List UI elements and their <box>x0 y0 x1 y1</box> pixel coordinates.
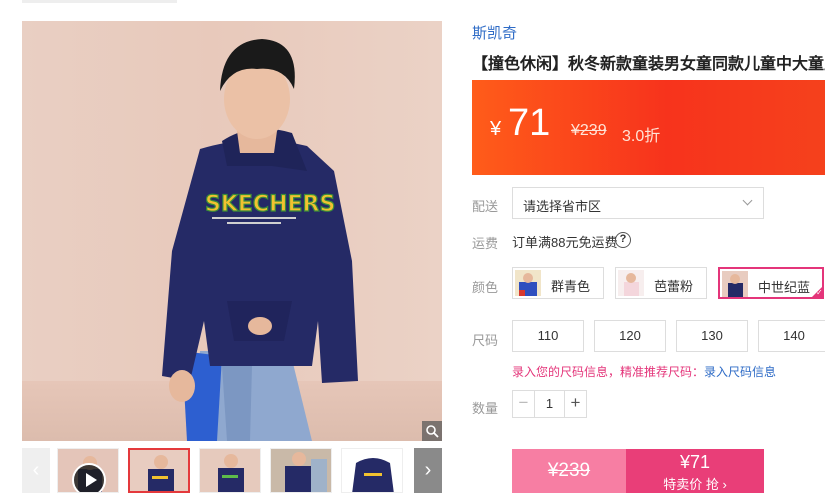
brand-link[interactable]: 斯凯奇 <box>472 22 517 43</box>
thumbnail-video[interactable] <box>57 448 119 493</box>
top-divider <box>22 0 177 3</box>
size-option-120[interactable]: 120 <box>594 320 666 352</box>
color-label: 颜色 <box>472 280 499 295</box>
shipping-text: 订单满88元免运费 <box>512 235 618 250</box>
zoom-button[interactable] <box>422 421 442 441</box>
color-option-ballet-pink[interactable]: 芭蕾粉 <box>615 267 707 299</box>
size-option-110[interactable]: 110 <box>512 320 584 352</box>
region-select-value: 请选择省市区 <box>523 199 602 214</box>
shipping-label: 运费 <box>472 236 499 251</box>
currency-symbol: ¥ <box>490 118 502 140</box>
color-option-ultramarine[interactable]: 群青色 <box>512 267 604 299</box>
size-option-130[interactable]: 130 <box>676 320 748 352</box>
color-swatch <box>618 270 644 296</box>
color-option-label: 群青色 <box>551 279 591 294</box>
thumbnail-image[interactable] <box>199 448 261 493</box>
color-swatch <box>515 270 541 296</box>
size-option-140[interactable]: 140 <box>758 320 825 352</box>
original-price: ¥239 <box>571 122 607 139</box>
svg-text:SKECHERS: SKECHERS <box>205 192 335 217</box>
buy-original-price: ¥239 <box>512 449 626 493</box>
chevron-left-icon: ‹ <box>32 459 40 481</box>
discount-rate: 3.0折 <box>622 128 661 145</box>
thumb-prev-button[interactable]: ‹ <box>22 448 50 493</box>
chevron-right-icon: › <box>424 459 432 481</box>
color-option-medieval-blue[interactable]: 中世纪蓝 <box>718 267 824 299</box>
buy-original-price-text: ¥239 <box>547 460 591 481</box>
magnifier-icon <box>426 425 439 438</box>
price-banner: ¥ 71 ¥239 3.0折 <box>472 80 825 175</box>
main-product-image[interactable]: SKECHERS <box>22 21 442 441</box>
quantity-label: 数量 <box>472 401 499 416</box>
color-option-label: 中世纪蓝 <box>758 280 811 295</box>
size-hint: 录入您的尺码信息，精准推荐尺码：录入尺码信息 <box>512 363 776 380</box>
quantity-input[interactable]: 1 <box>535 391 564 417</box>
model-illustration: SKECHERS <box>162 39 358 441</box>
thumbnail-image[interactable] <box>128 448 190 493</box>
size-hint-text: 录入您的尺码信息，精准推荐尺码： <box>512 365 705 379</box>
thumb-next-button[interactable]: › <box>414 448 442 493</box>
quantity-decrease-button[interactable]: − <box>513 391 535 417</box>
size-label: 尺码 <box>472 333 499 348</box>
chevron-down-icon <box>742 195 753 206</box>
buy-action-label: 特卖价 抢 › <box>663 477 727 492</box>
buy-now-button[interactable]: ¥71 特卖价 抢 › <box>626 449 764 493</box>
quantity-stepper: − 1 + <box>512 390 587 418</box>
quantity-increase-button[interactable]: + <box>564 391 586 417</box>
color-swatch <box>722 271 748 297</box>
delivery-label: 配送 <box>472 199 499 214</box>
product-title: 【撞色休闲】秋冬新款童装男女童同款儿童中大童卫衣 <box>472 56 825 73</box>
play-icon <box>72 463 106 492</box>
thumbnail-image[interactable] <box>341 448 403 493</box>
size-info-link[interactable]: 录入尺码信息 <box>704 365 776 379</box>
color-option-label: 芭蕾粉 <box>654 279 694 294</box>
thumbnail-image[interactable] <box>270 448 332 493</box>
help-icon[interactable]: ? <box>615 232 631 248</box>
current-price: 71 <box>508 102 551 144</box>
buy-price: ¥71 <box>679 452 711 472</box>
region-select[interactable]: 请选择省市区 <box>512 187 764 219</box>
thumbnail-strip: ‹ › <box>22 448 442 493</box>
selected-check-icon <box>810 285 824 299</box>
